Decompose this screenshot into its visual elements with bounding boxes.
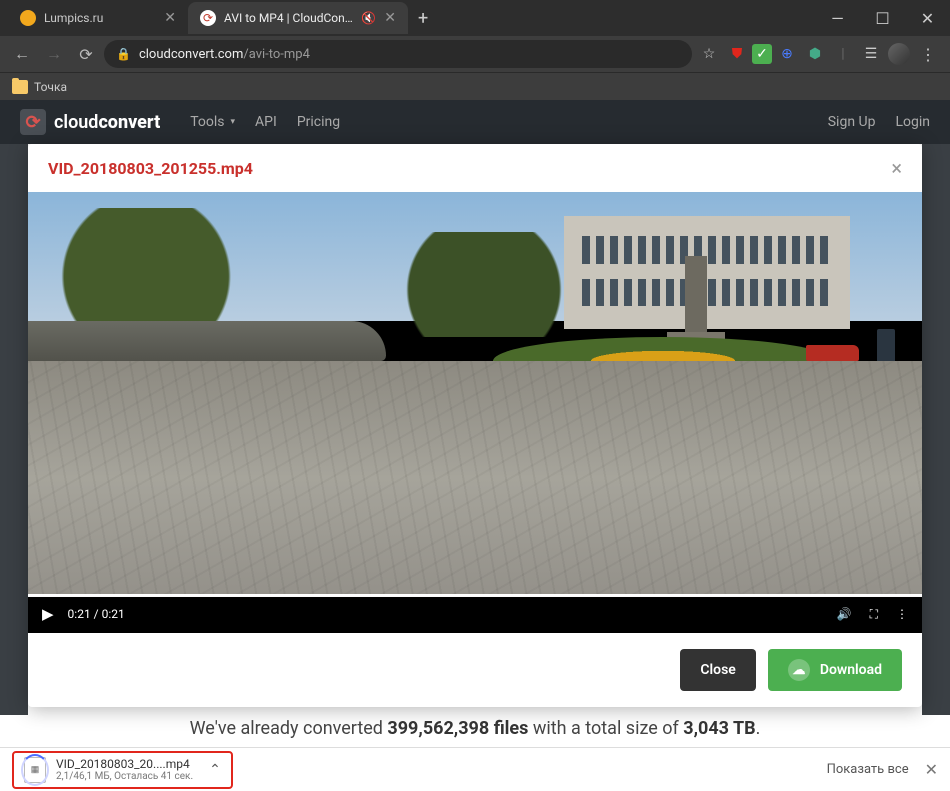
chevron-up-icon[interactable]: ⌃ — [209, 762, 221, 778]
preview-modal: VID_20180803_201255.mp4 × — [28, 144, 922, 707]
bookmarks-bar: Точка — [0, 72, 950, 100]
tab-lumpics[interactable]: Lumpics.ru ✕ — [8, 2, 188, 34]
tab-title: AVI to MP4 | CloudConvert — [224, 11, 353, 25]
modal-close-button[interactable]: × — [891, 156, 902, 180]
page-body: VID_20180803_201255.mp4 × — [0, 144, 950, 747]
ublock-icon[interactable]: ⛊ — [724, 41, 750, 67]
browser-menu-button[interactable]: ⋮ — [914, 45, 942, 64]
video-controls: ▶ 0:21 / 0:21 🔊 ⛶ ⋮ — [28, 595, 922, 633]
page: cloudconvert Tools▾ API Pricing Sign Up … — [0, 100, 950, 747]
tab-cloudconvert[interactable]: ⟳ AVI to MP4 | CloudConvert 🔇 ✕ — [188, 2, 408, 34]
modal-actions: Close ☁ Download — [28, 633, 922, 707]
download-filename: VID_20180803_20....mp4 — [56, 757, 193, 771]
titlebar: Lumpics.ru ✕ ⟳ AVI to MP4 | CloudConvert… — [0, 0, 950, 36]
close-button[interactable]: Close — [680, 649, 755, 691]
download-rate: 2,1/46,1 МБ, Осталась 41 сек. — [56, 771, 193, 782]
video-time: 0:21 / 0:21 — [68, 607, 125, 621]
download-button[interactable]: ☁ Download — [768, 649, 902, 691]
logo-icon — [20, 109, 46, 135]
close-tab-icon[interactable]: ✕ — [164, 10, 176, 26]
video-player[interactable]: ▶ 0:21 / 0:21 🔊 ⛶ ⋮ — [28, 192, 922, 633]
download-shelf: ▦ VID_20180803_20....mp4 2,1/46,1 МБ, Ос… — [0, 747, 950, 791]
maximize-button[interactable]: ☐ — [860, 0, 905, 36]
forward-button[interactable]: → — [40, 40, 68, 68]
new-tab-button[interactable]: + — [408, 8, 438, 29]
site-header: cloudconvert Tools▾ API Pricing Sign Up … — [0, 100, 950, 144]
separator: | — [830, 41, 856, 67]
tab-title: Lumpics.ru — [44, 11, 156, 25]
url-text: cloudconvert.com/avi-to-mp4 — [139, 47, 310, 62]
modal-header: VID_20180803_201255.mp4 × — [28, 144, 922, 192]
video-menu-icon[interactable]: ⋮ — [896, 607, 908, 621]
favicon-icon — [20, 10, 36, 26]
back-button[interactable]: ← — [8, 40, 36, 68]
favicon-icon: ⟳ — [200, 10, 216, 26]
reader-icon[interactable]: ☰ — [858, 41, 884, 67]
video-frame — [28, 192, 922, 595]
fullscreen-icon[interactable]: ⛶ — [870, 607, 878, 622]
brand-light: cloud — [54, 112, 98, 133]
tab-mute-icon[interactable]: 🔇 — [361, 11, 376, 25]
bookmark-folder[interactable]: Точка — [12, 80, 67, 94]
show-all-downloads[interactable]: Показать все — [827, 762, 909, 777]
bookmark-label: Точка — [34, 80, 67, 94]
download-item[interactable]: ▦ VID_20180803_20....mp4 2,1/46,1 МБ, Ос… — [12, 751, 233, 789]
close-shelf-button[interactable]: ✕ — [925, 760, 938, 779]
avatar[interactable] — [886, 41, 912, 67]
toolbar-icons: ☆ ⛊ ✓ ⊕ ⬢ | ☰ ⋮ — [696, 41, 942, 67]
nav-tools[interactable]: Tools▾ — [190, 114, 235, 130]
nav-login[interactable]: Login — [895, 114, 930, 130]
play-button[interactable]: ▶ — [42, 605, 54, 623]
stats-line: We've already converted 399,562,398 file… — [0, 710, 950, 747]
brand-bold: convert — [98, 112, 160, 133]
modal-title: VID_20180803_201255.mp4 — [48, 159, 253, 178]
nav-signup[interactable]: Sign Up — [828, 114, 876, 130]
overlay-right — [922, 144, 950, 715]
browser-chrome: Lumpics.ru ✕ ⟳ AVI to MP4 | CloudConvert… — [0, 0, 950, 100]
close-window-button[interactable]: ✕ — [905, 0, 950, 36]
file-icon: ▦ — [24, 757, 46, 783]
toolbar: ← → ⟳ 🔒 cloudconvert.com/avi-to-mp4 ☆ ⛊ … — [0, 36, 950, 72]
download-icon: ☁ — [788, 659, 810, 681]
minimize-button[interactable]: — — [815, 0, 860, 36]
window-controls: — ☐ ✕ — [815, 0, 950, 36]
overlay-left — [0, 144, 28, 715]
primary-nav: Tools▾ API Pricing — [190, 114, 340, 130]
globe-icon[interactable]: ⊕ — [774, 41, 800, 67]
nav-api[interactable]: API — [255, 114, 277, 130]
reload-button[interactable]: ⟳ — [72, 40, 100, 68]
tab-strip: Lumpics.ru ✕ ⟳ AVI to MP4 | CloudConvert… — [0, 2, 815, 34]
volume-icon[interactable]: 🔊 — [837, 607, 852, 621]
address-bar[interactable]: 🔒 cloudconvert.com/avi-to-mp4 — [104, 40, 692, 68]
download-file-info: VID_20180803_20....mp4 2,1/46,1 МБ, Оста… — [56, 757, 193, 782]
adguard-icon[interactable]: ✓ — [752, 44, 772, 64]
site-logo[interactable]: cloudconvert — [20, 109, 160, 135]
star-icon[interactable]: ☆ — [696, 41, 722, 67]
extension-icon[interactable]: ⬢ — [802, 41, 828, 67]
lock-icon: 🔒 — [116, 47, 131, 61]
nav-pricing[interactable]: Pricing — [297, 114, 340, 130]
close-tab-icon[interactable]: ✕ — [384, 10, 396, 26]
folder-icon — [12, 80, 28, 94]
auth-nav: Sign Up Login — [828, 114, 930, 130]
